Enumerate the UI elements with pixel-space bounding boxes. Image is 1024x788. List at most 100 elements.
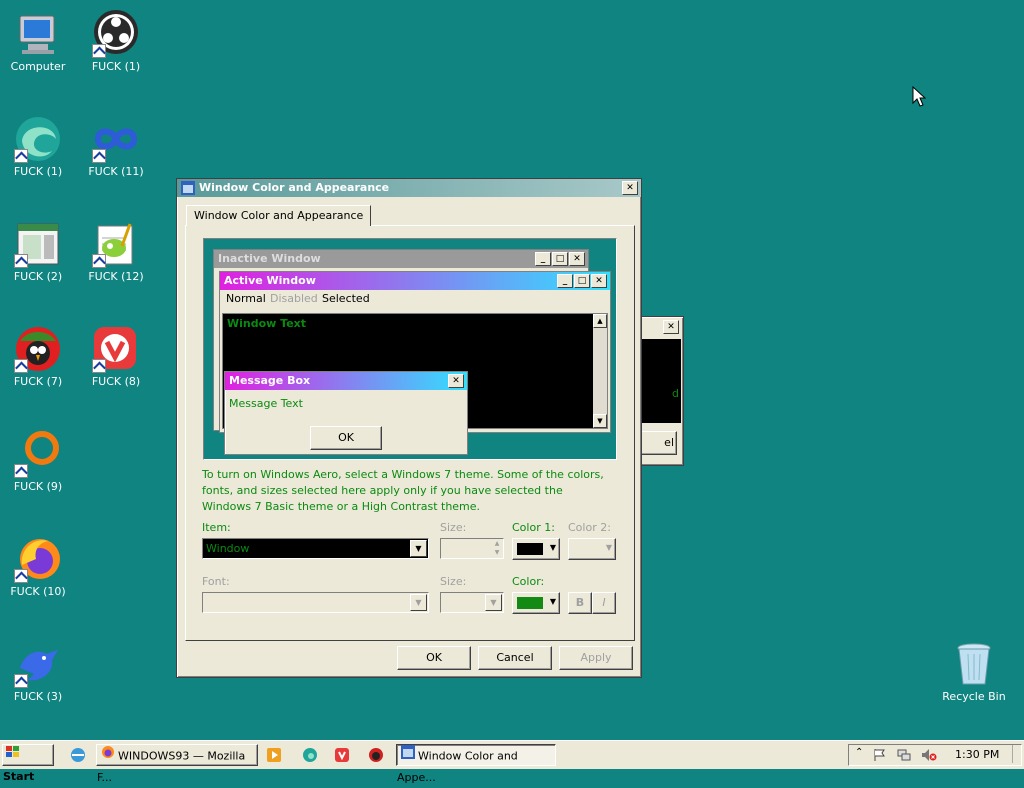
font-dropdown-arrow-icon[interactable]: ▼ (410, 594, 427, 611)
font-color-dropdown-arrow-icon: ▼ (549, 597, 556, 606)
desktop-icon-label: FUCK (11) (88, 165, 144, 178)
dialog-title-bar[interactable]: Window Color and Appearance ✕ (177, 179, 641, 197)
desktop-icon-label: FUCK (8) (91, 375, 141, 388)
color2-dropdown-arrow-icon: ▼ (605, 543, 612, 552)
tab-window-color-appearance[interactable]: Window Color and Appearance (186, 205, 372, 226)
desktop-icon-fuck-1-edge[interactable]: FUCK (1) (2, 107, 74, 187)
desktop-icon-computer[interactable]: Computer (2, 2, 74, 82)
taskbar-firefox-label: WINDOWS93 — Mozilla F... (97, 749, 246, 785)
preview-menu-disabled: Disabled (270, 292, 318, 305)
color1-label: Color 1: (512, 521, 555, 534)
desktop-icon-label: FUCK (12) (88, 270, 144, 283)
desktop-icon-label: Computer (10, 60, 66, 73)
tray-flag-icon[interactable] (873, 748, 887, 765)
preview-active-title: Active Window (224, 274, 316, 287)
taskbar-dialog-label: Window Color and Appe... (397, 749, 518, 785)
desktop-icon-fuck-3[interactable]: FUCK (3) (2, 632, 74, 712)
shortcut-arrow-icon (14, 254, 28, 268)
preview-scroll-down-icon: ▼ (593, 414, 607, 428)
desktop-icon-fuck-8[interactable]: FUCK (8) (80, 317, 152, 397)
preview-active-title-bar: Active Window _ □ ✕ (220, 272, 610, 290)
preview-msgbox-close-icon: ✕ (448, 374, 464, 388)
preview-msgbox-ok-button: OK (310, 426, 382, 450)
item-dropdown-arrow-icon[interactable]: ▼ (410, 540, 427, 557)
firefox-icon (14, 535, 62, 583)
preview-inactive-title: Inactive Window (218, 252, 321, 265)
desktop-icon-recycle-bin[interactable]: Recycle Bin (938, 632, 1010, 712)
background-window-close-button[interactable]: ✕ (663, 320, 679, 334)
taskbar-firefox-icon (101, 745, 115, 766)
desktop-icon-fuck-9[interactable]: FUCK (9) (2, 422, 74, 502)
taskbar-vivaldi-icon[interactable] (334, 747, 350, 766)
taskbar-dialog-item[interactable]: Window Color and Appe... (396, 744, 556, 784)
mouse-cursor-icon (912, 85, 927, 111)
preview-inactive-minimize-icon: _ (535, 252, 551, 266)
tab-label: Window Color and Appearance (194, 209, 364, 222)
show-desktop-button[interactable] (1012, 745, 1019, 763)
background-window-cancel-button[interactable]: el (639, 431, 677, 455)
desktop-icon-fuck-12[interactable]: FUCK (12) (80, 212, 152, 292)
ring-app-icon (14, 430, 62, 478)
italic-button[interactable]: I (592, 592, 616, 614)
taskbar-media-icon[interactable] (266, 747, 282, 766)
cancel-button[interactable]: Cancel (478, 646, 552, 670)
tab-panel: Inactive Window _ □ ✕ Active Window _ □ … (185, 225, 635, 641)
font-size-dropdown-arrow-icon[interactable]: ▼ (485, 594, 502, 611)
desktop-icon-label: FUCK (9) (13, 480, 63, 493)
shortcut-arrow-icon (14, 569, 28, 583)
desktop-icon-label: FUCK (1) (13, 165, 63, 178)
desktop-icon-fuck-1-obs[interactable]: FUCK (1) (80, 2, 152, 82)
desktop-icon-fuck-7[interactable]: FUCK (7) (2, 317, 74, 397)
taskbar-edge-icon[interactable] (302, 747, 318, 766)
preview-inactive-title-bar: Inactive Window _ □ ✕ (214, 250, 588, 268)
ok-button[interactable]: OK (397, 646, 471, 670)
quick-launch-ie-icon[interactable] (70, 747, 86, 766)
color1-swatch (517, 543, 543, 555)
preview-message-box: Message Box ✕ Message Text OK (224, 371, 468, 455)
taskbar-bird-game-icon[interactable] (368, 747, 384, 766)
apply-button[interactable]: Apply (559, 646, 633, 670)
computer-icon (14, 10, 62, 58)
color1-picker-button[interactable]: ▼ (512, 538, 560, 560)
tray-clock[interactable]: 1:30 PM (955, 748, 999, 761)
font-color-label: Color: (512, 575, 545, 588)
taskbar: Start WINDOWS93 — Mozilla F... Window Co… (0, 740, 1024, 784)
shortcut-arrow-icon (92, 254, 106, 268)
size-stepper-down-icon[interactable]: ▼ (492, 549, 502, 557)
desktop-icon-fuck-10[interactable]: FUCK (10) (2, 527, 74, 607)
tray-network-icon[interactable] (897, 748, 911, 765)
font-color-picker-button[interactable]: ▼ (512, 592, 560, 614)
color2-picker-button[interactable]: ▼ (568, 538, 616, 560)
size-stepper[interactable]: ▲ ▼ (440, 538, 504, 559)
preview-scroll-up-icon: ▲ (593, 314, 607, 328)
background-window[interactable]: ✕ d el (636, 316, 684, 466)
item-select[interactable]: Window ▼ (202, 538, 429, 559)
shortcut-arrow-icon (14, 464, 28, 478)
bird-game-icon (14, 325, 62, 373)
font-select[interactable]: ▼ (202, 592, 429, 613)
preview-menu-selected: Selected (322, 292, 370, 305)
start-button[interactable]: Start (2, 744, 54, 783)
preview-msgbox-text: Message Text (229, 397, 303, 410)
system-tray: ⌃ 1:30 PM (848, 744, 1022, 766)
dialog-close-button[interactable]: ✕ (622, 181, 638, 195)
preview-menu-bar: Normal Disabled Selected (220, 290, 610, 308)
font-color-swatch (517, 597, 543, 609)
font-size-label: Size: (440, 575, 467, 588)
desktop-icon-label: Recycle Bin (942, 690, 1006, 703)
taskbar-firefox-item[interactable]: WINDOWS93 — Mozilla F... (96, 744, 258, 784)
size-stepper-up-icon[interactable]: ▲ (492, 540, 502, 548)
preview-inactive-maximize-icon: □ (552, 252, 568, 266)
desktop-icon-fuck-2[interactable]: FUCK (2) (2, 212, 74, 292)
color1-dropdown-arrow-icon: ▼ (549, 543, 556, 552)
preview-window-text: Window Text (227, 317, 307, 330)
window-color-appearance-dialog[interactable]: Window Color and Appearance ✕ Window Col… (176, 178, 642, 678)
tray-expand-chevron-icon[interactable]: ⌃ (855, 747, 863, 758)
color2-label: Color 2: (568, 521, 611, 534)
font-size-select[interactable]: ▼ (440, 592, 504, 613)
desktop-icon-fuck-11[interactable]: FUCK (11) (80, 107, 152, 187)
tray-volume-muted-icon[interactable] (921, 748, 937, 765)
bold-button[interactable]: B (568, 592, 592, 614)
desktop-icon-label: FUCK (2) (13, 270, 63, 283)
preview-active-maximize-icon: □ (574, 274, 590, 288)
